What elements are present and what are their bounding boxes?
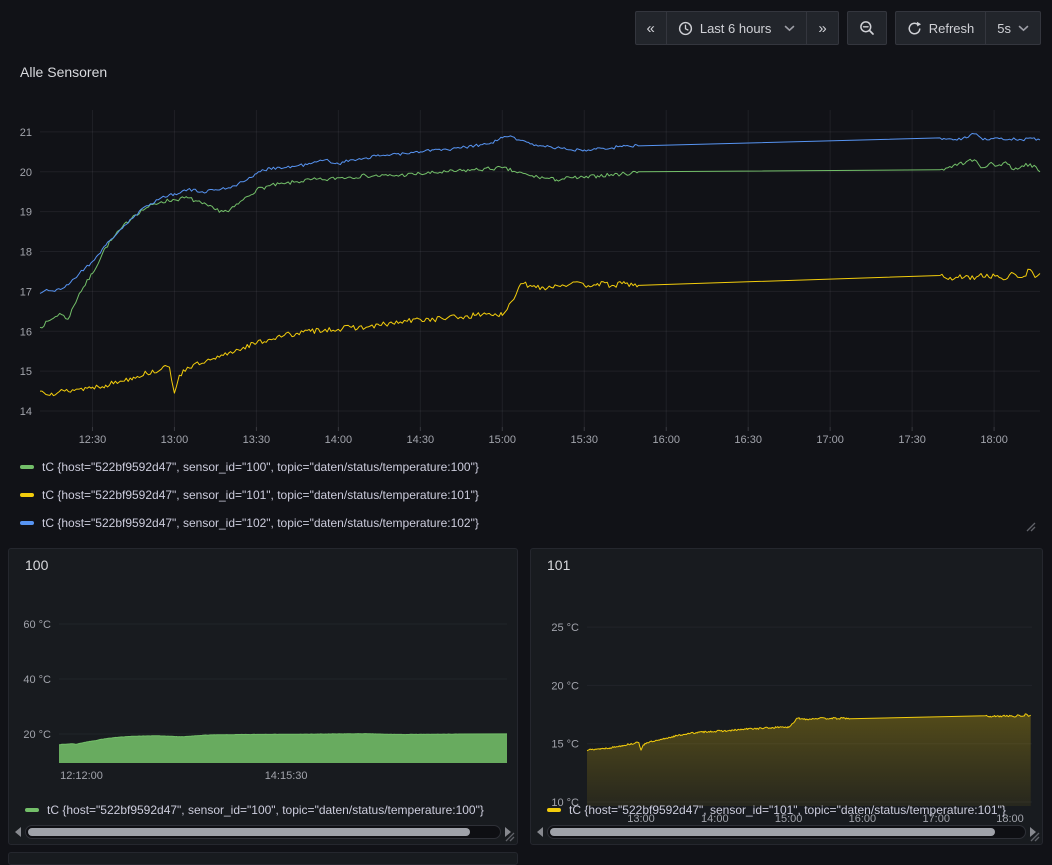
all-sensors-chart[interactable]: 14 15 16 17 18 19 20 21 12:30 13:00 13:30 14:00 14:3… xyxy=(0,93,1052,449)
svg-text:13:00: 13:00 xyxy=(161,434,189,446)
svg-text:20: 20 xyxy=(20,167,32,179)
svg-text:18: 18 xyxy=(20,247,32,259)
svg-text:15:30: 15:30 xyxy=(570,434,598,446)
svg-text:17:30: 17:30 xyxy=(898,434,926,446)
sensor-101-legend: tC {host="522bf9592d47", sensor_id="101"… xyxy=(547,802,1036,818)
refresh-interval-label: 5s xyxy=(997,21,1011,36)
legend-item-sensor-100[interactable]: tC {host="522bf9592d47", sensor_id="100"… xyxy=(25,802,511,818)
svg-text:21: 21 xyxy=(20,127,32,139)
svg-text:15: 15 xyxy=(20,366,32,378)
svg-text:16:30: 16:30 xyxy=(734,434,762,446)
legend-color-swatch-yellow xyxy=(20,493,34,497)
panel-resize-handle[interactable] xyxy=(503,830,515,842)
legend-color-swatch-green xyxy=(20,465,34,469)
sensor-101-chart[interactable]: 25 °C20 °C15 °C10 °C13:0014:0015:0016:00… xyxy=(531,579,1042,829)
legend-color-swatch-green xyxy=(25,808,39,812)
svg-text:19: 19 xyxy=(20,207,32,219)
svg-text:15:00: 15:00 xyxy=(489,434,517,446)
svg-text:14:00: 14:00 xyxy=(325,434,353,446)
sensor-100-chart[interactable]: 20 °C 40 °C 60 °C 12:12:00 14:15:30 xyxy=(9,579,517,804)
svg-text:40 °C: 40 °C xyxy=(23,674,51,686)
svg-text:12:12:00: 12:12:00 xyxy=(60,770,103,782)
horizontal-scrollbar xyxy=(537,825,1036,839)
svg-text:17: 17 xyxy=(20,286,32,298)
refresh-group: Refresh 5s xyxy=(895,11,1041,45)
svg-text:14:30: 14:30 xyxy=(407,434,435,446)
svg-text:60 °C: 60 °C xyxy=(23,619,51,631)
scrollbar-track[interactable] xyxy=(25,825,501,839)
refresh-button[interactable]: Refresh xyxy=(896,12,986,44)
time-picker-group: « Last 6 hours » xyxy=(635,11,839,45)
svg-text:20 °C: 20 °C xyxy=(23,729,51,741)
svg-text:20 °C: 20 °C xyxy=(551,680,579,692)
zoom-out-group xyxy=(847,11,887,45)
svg-text:15 °C: 15 °C xyxy=(551,739,579,751)
panel-title-100[interactable]: 100 xyxy=(25,557,48,573)
legend-item-sensor-100[interactable]: tC {host="522bf9592d47", sensor_id="100"… xyxy=(20,453,479,481)
scroll-left-arrow-icon[interactable] xyxy=(15,827,21,837)
panel-101: 101 25 °C20 °C15 °C10 °C13:0014:0015:001… xyxy=(530,548,1043,845)
legend-color-swatch-blue xyxy=(20,521,34,525)
legend-label: tC {host="522bf9592d47", sensor_id="101"… xyxy=(569,803,1006,817)
svg-text:13:30: 13:30 xyxy=(243,434,271,446)
refresh-label: Refresh xyxy=(929,21,975,36)
all-sensors-legend: tC {host="522bf9592d47", sensor_id="100"… xyxy=(20,453,479,537)
zoom-out-button[interactable] xyxy=(848,12,886,44)
double-chevron-left-icon: « xyxy=(647,21,655,36)
legend-label: tC {host="522bf9592d47", sensor_id="100"… xyxy=(42,460,479,474)
double-chevron-right-icon: » xyxy=(818,21,826,36)
sensor-100-legend: tC {host="522bf9592d47", sensor_id="100"… xyxy=(25,802,511,818)
time-range-button[interactable]: Last 6 hours xyxy=(666,12,807,44)
scroll-left-arrow-icon[interactable] xyxy=(537,827,543,837)
svg-text:17:00: 17:00 xyxy=(816,434,844,446)
legend-label: tC {host="522bf9592d47", sensor_id="102"… xyxy=(42,516,479,530)
scrollbar-thumb[interactable] xyxy=(550,828,995,836)
legend-item-sensor-102[interactable]: tC {host="522bf9592d47", sensor_id="102"… xyxy=(20,509,479,537)
svg-text:12:30: 12:30 xyxy=(79,434,107,446)
panel-alle-sensoren: Alle Sensoren 14 15 16 17 18 19 20 21 12:30 13:00… xyxy=(0,55,1052,537)
chevron-down-icon xyxy=(1018,25,1029,32)
refresh-interval-button[interactable]: 5s xyxy=(985,12,1040,44)
panel-title-101[interactable]: 101 xyxy=(547,557,570,573)
panel-resize-handle[interactable] xyxy=(1024,520,1036,532)
chevron-down-icon xyxy=(784,25,795,32)
horizontal-scrollbar xyxy=(15,825,511,839)
legend-label: tC {host="522bf9592d47", sensor_id="100"… xyxy=(47,803,484,817)
panel-resize-handle[interactable] xyxy=(1028,830,1040,842)
legend-color-swatch-yellow xyxy=(547,808,561,812)
svg-text:14: 14 xyxy=(20,406,32,418)
dashboard-toolbar: « Last 6 hours » xyxy=(635,11,1042,45)
zoom-out-icon xyxy=(859,20,875,36)
clock-icon xyxy=(678,21,693,36)
legend-item-sensor-101[interactable]: tC {host="522bf9592d47", sensor_id="101"… xyxy=(547,802,1036,818)
svg-text:14:15:30: 14:15:30 xyxy=(265,770,308,782)
legend-label: tC {host="522bf9592d47", sensor_id="101"… xyxy=(42,488,479,502)
panel-102: 102 xyxy=(8,852,518,865)
panel-100: 100 20 °C 40 °C 60 °C 12:12:00 14:15:30 tC {… xyxy=(8,548,518,845)
time-range-label: Last 6 hours xyxy=(700,21,772,36)
scrollbar-track[interactable] xyxy=(547,825,1026,839)
svg-text:16:00: 16:00 xyxy=(652,434,680,446)
svg-text:18:00: 18:00 xyxy=(980,434,1008,446)
scrollbar-thumb[interactable] xyxy=(28,828,470,836)
panel-title-alle-sensoren[interactable]: Alle Sensoren xyxy=(20,64,107,80)
svg-text:25 °C: 25 °C xyxy=(551,622,579,634)
legend-item-sensor-101[interactable]: tC {host="522bf9592d47", sensor_id="101"… xyxy=(20,481,479,509)
refresh-icon xyxy=(907,21,922,36)
time-shift-back-button[interactable]: « xyxy=(636,12,666,44)
time-shift-forward-button[interactable]: » xyxy=(806,12,837,44)
panel-title-102[interactable]: 102 xyxy=(25,861,48,865)
svg-text:16: 16 xyxy=(20,326,32,338)
